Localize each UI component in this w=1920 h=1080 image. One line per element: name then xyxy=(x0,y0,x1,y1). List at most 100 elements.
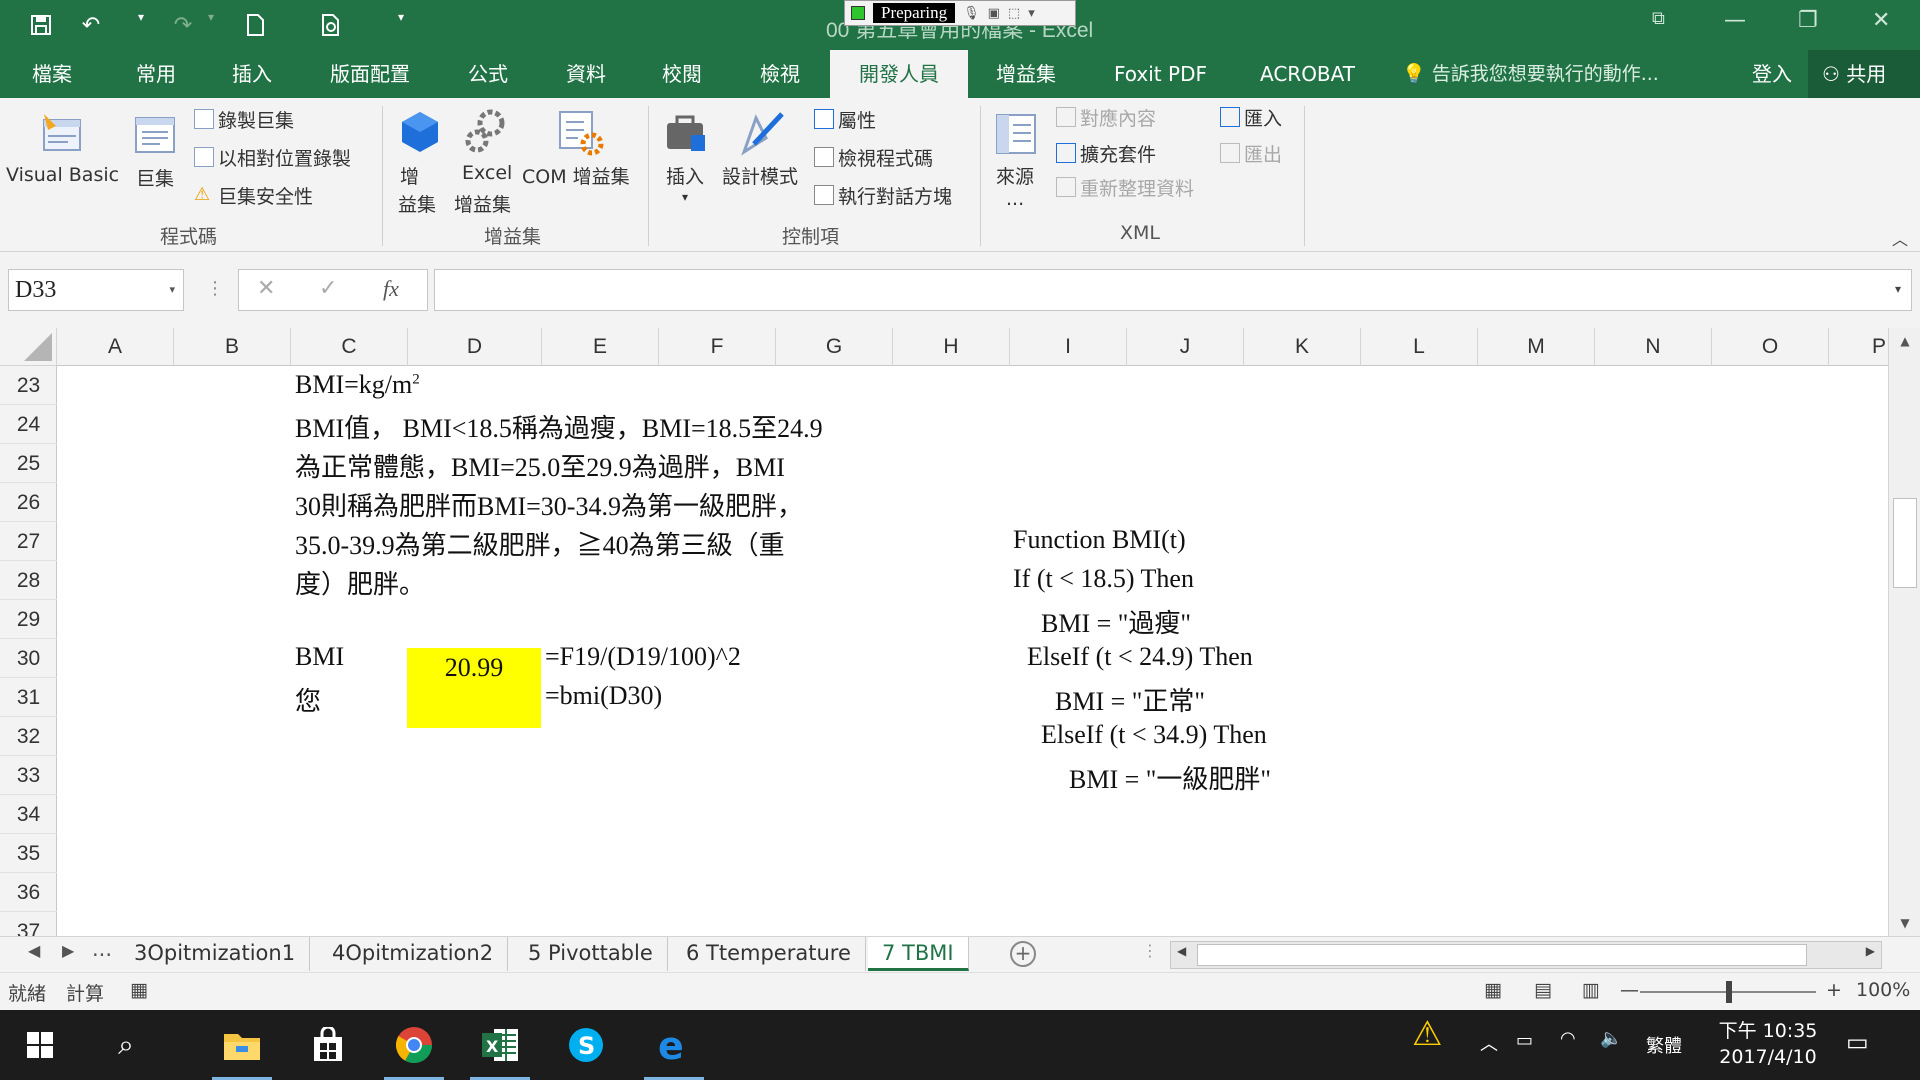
cell-c26[interactable]: 30則稱為肥胖而BMI=30-34.9為第一級肥胖， xyxy=(295,486,803,523)
tab-home[interactable]: 常用 xyxy=(136,50,176,98)
tab-page-layout[interactable]: 版面配置 xyxy=(330,50,410,98)
show-hidden-icons[interactable]: ︿ xyxy=(1480,1030,1498,1056)
tab-acrobat[interactable]: ACROBAT xyxy=(1260,50,1355,98)
scroll-down-icon[interactable]: ▼ xyxy=(1889,910,1920,936)
volume-icon[interactable]: 🔈 xyxy=(1600,1028,1622,1049)
add-sheet-icon[interactable]: + xyxy=(1010,941,1036,967)
row-header-30[interactable]: 30 xyxy=(0,639,57,678)
xml-source-button[interactable]: 來源 xyxy=(996,162,1034,189)
tab-developer[interactable]: 開發人員 xyxy=(830,50,968,98)
vba-code-line[interactable]: BMI = "過瘦" xyxy=(1041,603,1191,640)
excel-addins-label-1[interactable]: Excel xyxy=(462,162,512,184)
sheet-tab-optimization2[interactable]: 4Opitmization2 xyxy=(318,937,509,971)
recorder-toolbar[interactable]: Preparing 🎙 ▣ ⬚ ▾ xyxy=(844,0,1076,26)
properties-button[interactable]: 屬性 xyxy=(814,104,876,134)
row-header-36[interactable]: 36 xyxy=(0,873,57,912)
row-header-31[interactable]: 31 xyxy=(0,678,57,717)
refresh-data-button[interactable]: 重新整理資料 xyxy=(1056,172,1194,202)
run-dialog-button[interactable]: 執行對話方塊 xyxy=(814,180,952,210)
cell-c28[interactable]: 度）肥胖。 xyxy=(295,564,425,601)
row-header-27[interactable]: 27 xyxy=(0,522,57,561)
tab-view[interactable]: 檢視 xyxy=(760,50,800,98)
column-header-c[interactable]: C xyxy=(291,328,408,366)
redo-dropdown-icon[interactable]: ▾ xyxy=(208,10,214,24)
insert-function-icon[interactable]: fx xyxy=(383,276,399,302)
restore-icon[interactable]: ❐ xyxy=(1798,8,1818,33)
status-calculate[interactable]: 計算 xyxy=(66,979,104,1006)
vba-code-line[interactable]: BMI = "一級肥胖" xyxy=(1069,759,1271,796)
clock-time[interactable]: 下午 10:35 xyxy=(1712,1016,1824,1043)
vba-code-line[interactable]: If (t < 18.5) Then xyxy=(1013,564,1194,594)
horizontal-scrollbar[interactable]: ◀ ▶ xyxy=(1170,941,1882,969)
customize-qat-icon[interactable]: ▾ xyxy=(398,10,404,24)
sheet-tab-tbmi[interactable]: 7 TBMI xyxy=(868,937,969,971)
macro-record-status-icon[interactable]: ▦ xyxy=(130,979,148,1001)
battery-icon[interactable]: ▭ xyxy=(1516,1030,1533,1051)
tab-data[interactable]: 資料 xyxy=(566,50,606,98)
scroll-right-icon[interactable]: ▶ xyxy=(1866,944,1875,958)
column-header-i[interactable]: I xyxy=(1010,328,1127,366)
expansion-packs-button[interactable]: 擴充套件 xyxy=(1056,138,1156,168)
vertical-scroll-thumb[interactable] xyxy=(1893,498,1917,588)
formula-bar-grip-icon[interactable]: ⋮ xyxy=(206,278,224,299)
row-header-23[interactable]: 23 xyxy=(0,366,57,405)
column-header-e[interactable]: E xyxy=(542,328,659,366)
collapse-ribbon-icon[interactable]: ︿ xyxy=(1892,226,1908,250)
design-mode-button[interactable]: 設計模式 xyxy=(722,162,798,189)
normal-view-icon[interactable]: ▦ xyxy=(1484,979,1502,1001)
sheet-tab-pivottable[interactable]: 5 Pivottable xyxy=(514,937,668,971)
store-icon[interactable] xyxy=(292,1010,364,1080)
xml-import-button[interactable]: 匯入 xyxy=(1220,102,1282,132)
tab-file[interactable]: 檔案 xyxy=(32,50,72,98)
column-header-o[interactable]: O xyxy=(1712,328,1829,366)
vba-code-line[interactable]: ElseIf (t < 24.9) Then xyxy=(1027,642,1253,672)
row-header-37[interactable]: 37 xyxy=(0,912,57,936)
vba-code-line[interactable]: ElseIf (t < 34.9) Then xyxy=(1041,720,1267,750)
worksheet-grid[interactable]: A B C D E F G H I J K L M N O P 23 24 25… xyxy=(0,328,1888,936)
close-icon[interactable]: ✕ xyxy=(1872,8,1890,33)
microphone-icon[interactable]: 🎙 xyxy=(963,6,980,21)
undo-dropdown-icon[interactable]: ▾ xyxy=(138,10,144,24)
insert-dropdown-icon[interactable]: ▾ xyxy=(682,190,688,204)
insert-control-button[interactable]: 插入 xyxy=(666,162,704,189)
xml-source-icon[interactable] xyxy=(990,108,1042,160)
print-preview-icon[interactable] xyxy=(314,8,348,42)
tell-me-search[interactable]: 💡 告訴我您想要執行的動作... xyxy=(1402,50,1659,98)
tab-formulas[interactable]: 公式 xyxy=(468,50,508,98)
zoom-in-icon[interactable]: + xyxy=(1826,979,1842,1001)
minimize-icon[interactable]: — xyxy=(1724,8,1746,33)
excel-icon[interactable]: X xyxy=(464,1010,536,1080)
tab-foxit-pdf[interactable]: Foxit PDF xyxy=(1114,50,1207,98)
action-center-icon[interactable]: ▭ xyxy=(1846,1028,1869,1056)
column-header-k[interactable]: K xyxy=(1244,328,1361,366)
formula-input[interactable]: ▾ xyxy=(434,269,1912,311)
relative-reference-button[interactable]: 以相對位置錄製 xyxy=(194,142,351,172)
row-header-24[interactable]: 24 xyxy=(0,405,57,444)
tab-review[interactable]: 校閱 xyxy=(662,50,702,98)
column-header-n[interactable]: N xyxy=(1595,328,1712,366)
sheet-tab-optimization1[interactable]: 3Opitmization1 xyxy=(120,937,311,971)
excel-addins-label-2[interactable]: 增益集 xyxy=(454,190,511,217)
tab-split-grip-icon[interactable]: ⋮ xyxy=(1142,941,1158,960)
com-addins-icon[interactable] xyxy=(552,104,608,160)
macro-security-button[interactable]: ⚠ 巨集安全性 xyxy=(194,180,313,210)
vba-code-line[interactable]: BMI = "正常" xyxy=(1055,681,1205,718)
edge-icon[interactable]: e xyxy=(638,1010,710,1080)
expand-formula-icon[interactable]: ▾ xyxy=(1895,282,1901,296)
column-header-h[interactable]: H xyxy=(893,328,1010,366)
row-header-28[interactable]: 28 xyxy=(0,561,57,600)
zoom-slider-thumb[interactable] xyxy=(1726,981,1732,1003)
start-button[interactable] xyxy=(4,1010,76,1080)
row-header-32[interactable]: 32 xyxy=(0,717,57,756)
clock-date[interactable]: 2017/4/10 xyxy=(1712,1046,1824,1068)
cell-d30[interactable]: 20.99 xyxy=(407,653,541,683)
vba-code-line[interactable]: Function BMI(t) xyxy=(1013,525,1186,555)
camera-icon[interactable]: ▣ xyxy=(988,6,1000,21)
column-header-a[interactable]: A xyxy=(57,328,174,366)
search-icon[interactable]: ⌕ xyxy=(90,1010,162,1080)
input-method-indicator[interactable]: 繁體 xyxy=(1646,1032,1682,1058)
share-button[interactable]: ⚇ 共用 xyxy=(1808,50,1920,98)
vertical-scrollbar[interactable]: ▲ ▼ xyxy=(1888,328,1920,936)
column-header-j[interactable]: J xyxy=(1127,328,1244,366)
select-all-button[interactable] xyxy=(0,328,57,366)
